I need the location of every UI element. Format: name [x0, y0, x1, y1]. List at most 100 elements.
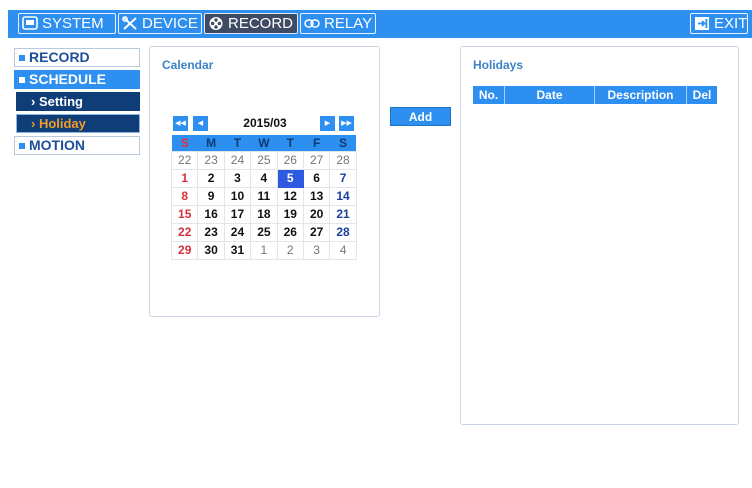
bullet-icon — [19, 142, 25, 149]
calendar-day[interactable]: 24 — [223, 222, 252, 242]
tab-record-label: RECORD — [228, 15, 294, 32]
tab-system[interactable]: SYSTEM — [18, 13, 116, 34]
calendar-day[interactable]: 10 — [223, 186, 252, 206]
calendar-day[interactable]: 28 — [329, 222, 357, 242]
tab-relay-label: RELAY — [324, 15, 373, 32]
calendar-day[interactable]: 9 — [197, 186, 225, 206]
prev-year-button[interactable]: ◀◀ — [173, 116, 188, 131]
calendar-day[interactable]: 1 — [170, 168, 199, 188]
sidebar-subitem-setting-label: › Setting — [31, 94, 83, 109]
calendar-day[interactable]: 20 — [302, 204, 331, 224]
tab-relay[interactable]: RELAY — [300, 13, 376, 34]
calendar-day[interactable]: 2 — [197, 168, 225, 188]
calendar-day[interactable]: 24 — [223, 150, 252, 170]
column-header-no: No. — [473, 86, 505, 104]
calendar-day[interactable]: 15 — [170, 204, 199, 224]
calendar-day-selected[interactable]: 5 — [276, 168, 304, 188]
calendar-day[interactable]: 4 — [250, 168, 278, 188]
calendar-day[interactable]: 2 — [276, 240, 304, 260]
next-month-button[interactable]: ▶ — [320, 116, 335, 131]
next-year-button[interactable]: ▶▶ — [339, 116, 354, 131]
column-header-del: Del — [692, 88, 712, 102]
calendar-day[interactable]: 31 — [223, 240, 252, 260]
calendar-day[interactable]: 28 — [329, 150, 357, 170]
calendar-day[interactable]: 27 — [302, 222, 331, 242]
calendar-day[interactable]: 13 — [302, 186, 331, 206]
calendar-day[interactable]: 3 — [302, 240, 331, 260]
film-reel-icon — [208, 16, 224, 31]
tab-device[interactable]: DEVICE — [118, 13, 202, 34]
sidebar-item-motion-label: MOTION — [29, 137, 85, 153]
double-right-arrow-icon: ▶▶ — [341, 120, 352, 127]
calendar-title: Calendar — [162, 58, 214, 72]
calendar-day[interactable]: 6 — [302, 168, 331, 188]
bullet-icon — [19, 76, 25, 83]
double-left-arrow-icon: ◀◀ — [175, 120, 186, 127]
bullet-icon — [19, 54, 25, 61]
calendar-day[interactable]: 7 — [329, 168, 357, 188]
sidebar-subitem-holiday-label: › Holiday — [31, 116, 86, 131]
weekday-header-row: S M T W T F S — [171, 135, 357, 151]
calendar-grid: S M T W T F S 22 23 24 25 26 27 28 1 2 3… — [170, 135, 357, 260]
calendar-week-row: 1 2 3 4 5 6 7 — [170, 168, 357, 188]
weekday-header: T — [277, 135, 304, 151]
prev-month-button[interactable]: ◀ — [193, 116, 208, 131]
calendar-day[interactable]: 22 — [170, 150, 199, 170]
calendar-day[interactable]: 1 — [250, 240, 278, 260]
relay-link-icon — [304, 16, 320, 31]
calendar-day[interactable]: 27 — [302, 150, 331, 170]
monitor-icon — [22, 16, 38, 31]
calendar-day[interactable]: 21 — [329, 204, 357, 224]
calendar-week-row: 22 23 24 25 26 27 28 — [170, 222, 357, 242]
calendar-day[interactable]: 18 — [250, 204, 278, 224]
sidebar-subitem-setting[interactable]: › Setting — [16, 92, 140, 111]
calendar-day[interactable]: 12 — [276, 186, 304, 206]
tab-device-label: DEVICE — [142, 15, 198, 32]
weekday-header: M — [197, 135, 225, 151]
holidays-title: Holidays — [473, 58, 524, 72]
calendar-day[interactable]: 23 — [197, 222, 225, 242]
tab-system-label: SYSTEM — [42, 15, 104, 32]
tab-record[interactable]: RECORD — [204, 13, 298, 34]
calendar-day[interactable]: 3 — [223, 168, 252, 188]
weekday-header: T — [224, 135, 251, 151]
calendar-day[interactable]: 30 — [197, 240, 225, 260]
add-holiday-button[interactable]: Add — [390, 107, 451, 126]
calendar-day[interactable]: 26 — [276, 150, 304, 170]
sidebar-item-schedule[interactable]: SCHEDULE — [14, 70, 140, 89]
calendar-week-row: 15 16 17 18 19 20 21 — [170, 204, 357, 224]
calendar-week-row: 22 23 24 25 26 27 28 — [170, 150, 357, 170]
calendar-week-row: 29 30 31 1 2 3 4 — [170, 240, 357, 260]
calendar-day[interactable]: 25 — [250, 150, 278, 170]
calendar-day[interactable]: 26 — [276, 222, 304, 242]
holidays-table-header: No. Date Description Del — [473, 86, 717, 104]
exit-button[interactable]: EXIT — [690, 13, 748, 34]
weekday-header: S — [171, 135, 198, 151]
sidebar-item-schedule-label: SCHEDULE — [29, 71, 107, 87]
calendar-day[interactable]: 11 — [250, 186, 278, 206]
top-menu-bar: SYSTEM DEVICE RECORD RELAY EXIT — [8, 10, 752, 38]
column-header-date: Date — [505, 86, 595, 104]
calendar-day[interactable]: 16 — [197, 204, 225, 224]
calendar-day[interactable]: 29 — [170, 240, 199, 260]
right-arrow-icon: ▶ — [324, 120, 331, 127]
calendar-day[interactable]: 17 — [223, 204, 252, 224]
calendar-day[interactable]: 23 — [197, 150, 225, 170]
calendar-day[interactable]: 4 — [329, 240, 357, 260]
month-label: 2015/03 — [243, 116, 287, 130]
calendar-day[interactable]: 25 — [250, 222, 278, 242]
weekday-header: S — [329, 135, 357, 151]
weekday-header: W — [250, 135, 278, 151]
calendar-day[interactable]: 22 — [170, 222, 199, 242]
sidebar-item-record[interactable]: RECORD — [14, 48, 140, 67]
exit-label: EXIT — [714, 15, 748, 32]
tools-icon — [122, 16, 138, 31]
weekday-header: F — [303, 135, 330, 151]
sidebar-subitem-holiday[interactable]: › Holiday — [16, 114, 140, 133]
sidebar-item-record-label: RECORD — [29, 49, 90, 65]
calendar-day[interactable]: 19 — [276, 204, 304, 224]
calendar-day[interactable]: 8 — [170, 186, 199, 206]
sidebar-item-motion[interactable]: MOTION — [14, 136, 140, 155]
calendar-day[interactable]: 14 — [329, 186, 357, 206]
calendar-week-row: 8 9 10 11 12 13 14 — [170, 186, 357, 206]
